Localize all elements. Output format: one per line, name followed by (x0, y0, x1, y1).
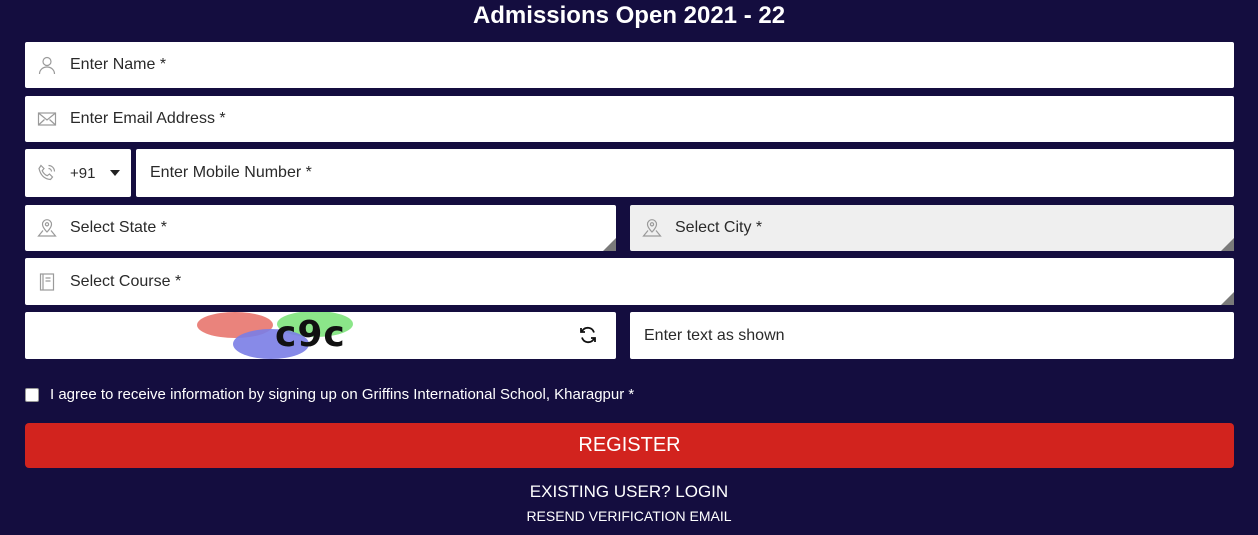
mobile-placeholder: Enter Mobile Number * (150, 164, 312, 181)
city-placeholder: Select City * (675, 219, 763, 236)
captcha-input[interactable]: Enter text as shown (630, 312, 1234, 359)
email-field[interactable]: Enter Email Address * (25, 96, 1234, 142)
captcha-text: c9c (275, 314, 346, 355)
resize-handle (1221, 238, 1234, 251)
course-select[interactable]: Select Course * (25, 258, 1234, 305)
resize-handle (1221, 292, 1234, 305)
user-icon (37, 55, 57, 75)
mobile-field[interactable]: Enter Mobile Number * (136, 149, 1234, 197)
caret-down-icon (110, 170, 121, 176)
register-button[interactable]: REGISTER (25, 423, 1234, 468)
captcha-input-placeholder: Enter text as shown (644, 326, 785, 344)
name-field[interactable]: Enter Name * (25, 42, 1234, 88)
login-link[interactable]: EXISTING USER? LOGIN (0, 482, 1258, 502)
refresh-icon[interactable] (578, 325, 598, 345)
name-placeholder: Enter Name * (70, 56, 167, 73)
captcha-image: c9c (193, 312, 383, 359)
consent-label: I agree to receive information by signin… (50, 386, 635, 403)
envelope-icon (37, 109, 57, 129)
city-select[interactable]: Select City * (630, 205, 1234, 251)
map-pin-icon (642, 218, 662, 238)
state-select[interactable]: Select State * (25, 205, 616, 251)
state-placeholder: Select State * (70, 219, 167, 236)
map-pin-icon (37, 218, 57, 238)
captcha-panel: c9c (25, 312, 616, 359)
consent-checkbox[interactable] (25, 388, 39, 402)
book-icon (37, 272, 57, 292)
page-title: Admissions Open 2021 - 22 (472, 2, 786, 29)
resend-verification-link[interactable]: RESEND VERIFICATION EMAIL (0, 508, 1258, 524)
phone-icon (37, 163, 57, 183)
country-code-select[interactable]: +91 (25, 149, 131, 197)
resize-handle (603, 238, 616, 251)
country-code-value: +91 (70, 164, 96, 182)
course-placeholder: Select Course * (70, 272, 182, 290)
email-placeholder: Enter Email Address * (70, 110, 226, 127)
